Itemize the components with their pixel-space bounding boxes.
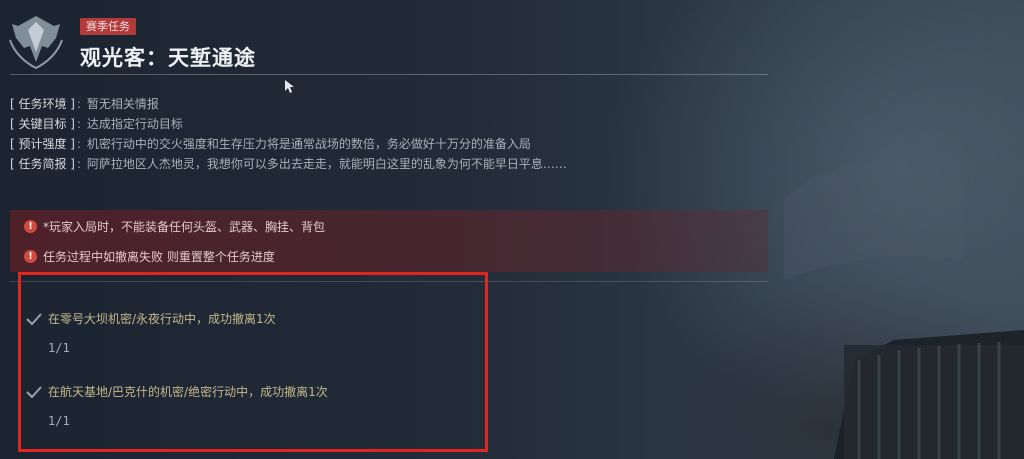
info-value: 机密行动中的交火强度和生存压力将是通常战场的数倍，务必做好十万分的准备入局 [86,137,531,151]
check-icon [26,312,42,325]
objective-text: 在零号大坝机密/永夜行动中，成功撤离1次 [48,312,276,326]
objective-item: 在零号大坝机密/永夜行动中，成功撤离1次 1/1 [26,310,276,355]
objective-progress: 1/1 [48,414,70,428]
info-key: [ 任务环境 ] [10,97,75,111]
warning-panel: ! *玩家入局时，不能装备任何头盔、武器、胸挂、背包 ! 任务过程中如撤离失败 … [10,210,768,272]
info-row-intensity: [ 预计强度 ]: 机密行动中的交火强度和生存压力将是通常战场的数倍，务必做好十… [10,137,531,151]
info-row-key-target: [ 关键目标 ]: 达成指定行动目标 [10,117,183,131]
objective-progress: 1/1 [48,341,70,355]
info-value: 暂无相关情报 [86,97,159,111]
info-value: 达成指定行动目标 [86,117,183,131]
task-header: 赛季任务 观光客：天堑通途 [0,0,780,80]
check-icon [26,385,42,398]
warning-icon: ! [24,219,37,233]
warning-item: ! *玩家入局时，不能装备任何头盔、武器、胸挂、背包 [24,216,325,236]
warning-icon: ! [24,249,37,263]
page-title: 观光客：天堑通途 [80,46,256,70]
warning-text: *玩家入局时，不能装备任何头盔、武器、胸挂、背包 [43,219,326,234]
warning-text: 任务过程中如撤离失败 则重置整个任务进度 [43,249,275,264]
header-divider [10,74,768,75]
info-key: [ 任务简报 ] [10,157,75,171]
task-info: [ 任务环境 ]: 暂无相关情报 [ 关键目标 ]: 达成指定行动目标 [ 预计… [10,94,770,174]
info-row-briefing: [ 任务简报 ]: 阿萨拉地区人杰地灵，我想你可以多出去走走，就能明白这里的乱象… [10,157,567,171]
objective-item: 在航天基地/巴克什的机密/绝密行动中，成功撤离1次 1/1 [26,383,328,428]
warning-item: ! 任务过程中如撤离失败 则重置整个任务进度 [24,246,275,266]
objective-text: 在航天基地/巴克什的机密/绝密行动中，成功撤离1次 [48,385,328,399]
info-key: [ 预计强度 ] [10,137,75,151]
season-task-badge: 赛季任务 [80,18,136,35]
info-key: [ 关键目标 ] [10,117,75,131]
eagle-emblem-icon [9,16,63,70]
info-row-environment: [ 任务环境 ]: 暂无相关情报 [10,97,159,111]
mouse-cursor-icon [285,80,294,93]
info-value: 阿萨拉地区人杰地灵，我想你可以多出去走走，就能明白这里的乱象为何不能早日平息…… [86,157,567,171]
